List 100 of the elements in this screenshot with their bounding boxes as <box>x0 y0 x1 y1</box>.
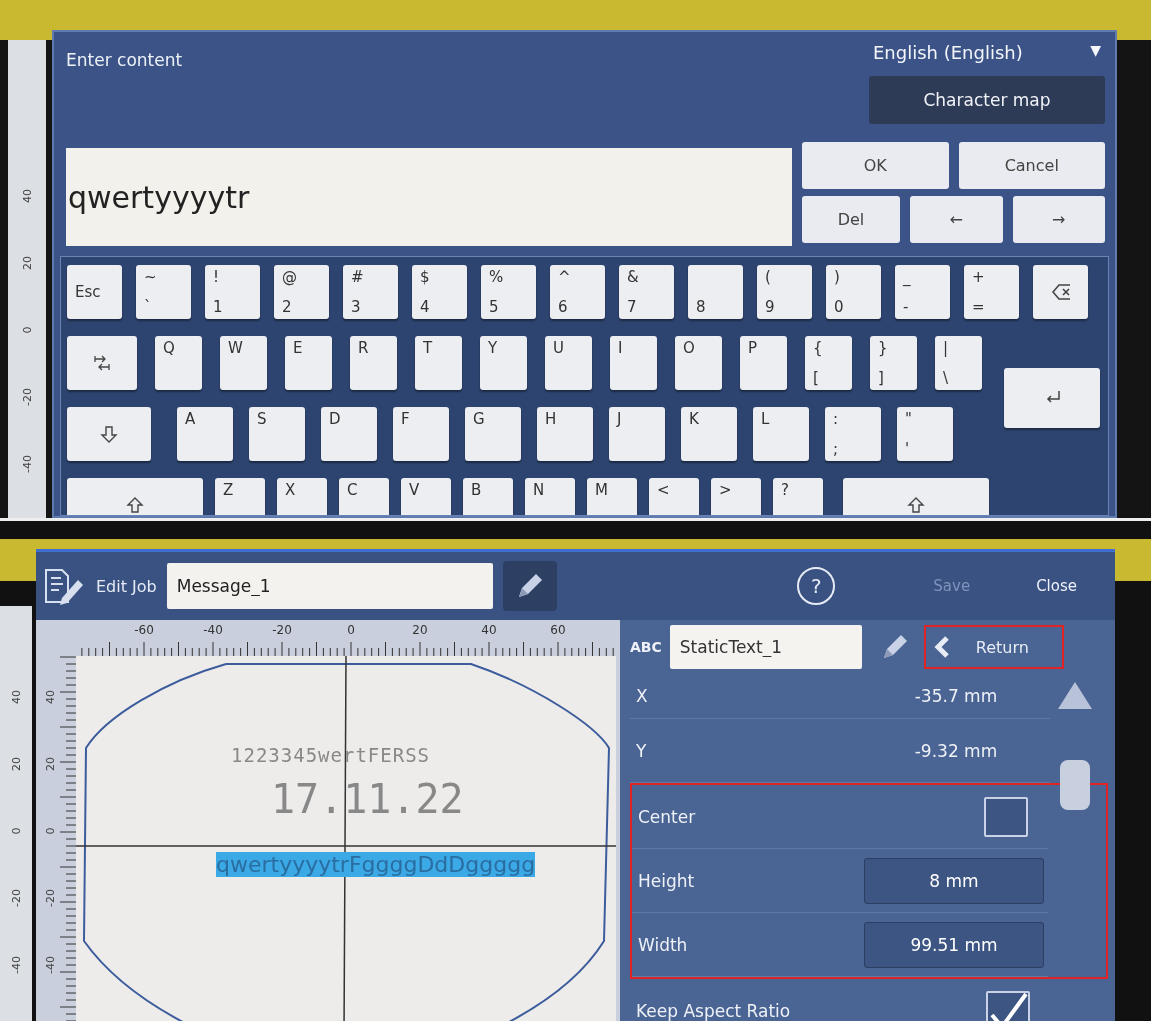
up-arrow-icon <box>907 496 925 514</box>
header-action-button[interactable]: Close <box>1008 577 1105 595</box>
keyboard-key[interactable]: R <box>350 336 397 390</box>
job-name-field[interactable]: Message_1 <box>166 563 493 609</box>
keyboard-key[interactable]: G <box>465 407 521 461</box>
keyboard-key[interactable]: L <box>753 407 809 461</box>
dialog-button[interactable]: → <box>1012 196 1105 243</box>
keyboard-key[interactable]: 8 <box>688 265 743 319</box>
keyboard-key[interactable]: Y <box>480 336 527 390</box>
keyboard-key[interactable]: I <box>610 336 657 390</box>
ruler-label: 0 <box>20 326 34 334</box>
dialog-button[interactable]: ← <box>910 196 1003 243</box>
keyboard-key[interactable]: } ] <box>870 336 917 390</box>
keyboard-key[interactable]: K <box>681 407 737 461</box>
keyboard-key[interactable]: X <box>277 478 327 515</box>
ruler-label: -40 <box>20 455 34 473</box>
property-value: -35.7 mm <box>913 686 999 706</box>
keyboard-key[interactable]: < <box>649 478 699 515</box>
keyboard-key[interactable]: H <box>537 407 593 461</box>
keyboard-key[interactable]: C <box>339 478 389 515</box>
keyboard-key[interactable]: A <box>177 407 233 461</box>
ruler-label: 40 <box>481 623 497 637</box>
tab-icon <box>93 354 111 372</box>
ruler-label: -40 <box>203 623 223 637</box>
down-arrow-icon <box>100 425 118 443</box>
keyboard-key[interactable]: { [ <box>805 336 852 390</box>
keyboard-key[interactable]: | \ <box>935 336 982 390</box>
ruler-label: 20 <box>20 256 34 270</box>
keyboard-key[interactable]: % 5 <box>481 265 536 319</box>
property-label: Width <box>638 934 688 955</box>
keyboard-key[interactable]: " ' <box>897 407 953 461</box>
object-type-label: ABC <box>630 639 662 655</box>
return-button[interactable]: Return <box>923 625 1064 669</box>
ruler-label: -40 <box>43 956 57 974</box>
text-input-field[interactable]: qwertyyyytr <box>66 148 792 246</box>
keyboard-key[interactable]: ~ ` <box>136 265 191 319</box>
object-name-field[interactable]: StaticText_1 <box>669 625 862 669</box>
keyboard-key[interactable]: ! 1 <box>205 265 260 319</box>
ruler-label: 20 <box>9 757 23 771</box>
property-label: X <box>636 686 648 706</box>
ruler-label: -20 <box>43 889 57 907</box>
keyboard-key[interactable]: Z <box>215 478 265 515</box>
checkbox[interactable] <box>986 990 1030 1021</box>
keyboard-key[interactable]: M <box>587 478 637 515</box>
character-map-button[interactable]: Character map <box>869 76 1105 124</box>
keyboard-key[interactable]: $ 4 <box>412 265 467 319</box>
keyboard-key[interactable]: D <box>321 407 377 461</box>
property-field[interactable]: 8 mm <box>864 857 1044 904</box>
checkbox[interactable] <box>984 796 1028 837</box>
keyboard-key[interactable]: J <box>609 407 665 461</box>
keyboard-key[interactable]: + = <box>964 265 1019 319</box>
keyboard-key[interactable]: @ 2 <box>274 265 329 319</box>
keyboard-key[interactable]: Esc <box>67 265 122 319</box>
back-chevron-icon <box>933 636 950 658</box>
keyboard-key[interactable]: : ; <box>825 407 881 461</box>
keyboard-key[interactable]: ^ 6 <box>550 265 605 319</box>
keyboard-key[interactable]: S <box>249 407 305 461</box>
keyboard-key[interactable]: B <box>463 478 513 515</box>
ruler-label: 0 <box>43 827 57 835</box>
keyboard-key[interactable]: # 3 <box>343 265 398 319</box>
keyboard-key[interactable]: V <box>401 478 451 515</box>
dialog-button[interactable]: Cancel <box>958 142 1105 189</box>
backspace-icon <box>1051 283 1070 301</box>
keyboard-key[interactable]: F <box>393 407 449 461</box>
ruler-label: 20 <box>412 623 428 637</box>
keyboard-key[interactable]: ( 9 <box>757 265 812 319</box>
header-title: Edit Job <box>96 576 157 596</box>
property-label: Center <box>638 806 696 827</box>
keyboard-key[interactable]: O <box>675 336 722 390</box>
keyboard-key[interactable] <box>67 336 137 390</box>
keyboard-key[interactable] <box>67 407 151 461</box>
keyboard-key[interactable]: & 7 <box>619 265 674 319</box>
keyboard-key[interactable]: T <box>415 336 462 390</box>
ruler-label: -20 <box>9 889 23 907</box>
property-field[interactable]: 99.51 mm <box>864 921 1044 968</box>
keyboard-key[interactable]: Q <box>155 336 202 390</box>
help-button[interactable]: ? <box>797 567 836 605</box>
keyboard-key[interactable]: U <box>545 336 592 390</box>
property-label: Height <box>638 870 695 891</box>
edit-document-icon <box>42 566 86 606</box>
keyboard-key[interactable]: _ - <box>895 265 950 319</box>
scrollbar-thumb[interactable] <box>1060 760 1090 810</box>
ruler-label: 20 <box>43 757 57 771</box>
dialog-button[interactable]: OK <box>802 142 949 189</box>
keyboard-key[interactable]: E <box>285 336 332 390</box>
keyboard-key[interactable] <box>1033 265 1088 319</box>
language-dropdown[interactable]: English (English) ▼ <box>869 32 1105 76</box>
ruler-label: -20 <box>272 623 292 637</box>
keyboard-key[interactable]: N <box>525 478 575 515</box>
keyboard-key[interactable]: ? <box>773 478 823 515</box>
ruler-label: -20 <box>20 388 34 406</box>
keyboard-key[interactable]: ) 0 <box>826 265 881 319</box>
keyboard-key[interactable]: > <box>711 478 761 515</box>
edit-button[interactable] <box>502 561 557 611</box>
keyboard-key[interactable]: P <box>740 336 787 390</box>
ruler-label: 0 <box>9 827 23 835</box>
property-value: -9.32 mm <box>913 740 999 761</box>
dialog-button[interactable]: Del <box>802 196 900 243</box>
ruler-label: 40 <box>43 690 57 704</box>
keyboard-key[interactable]: W <box>220 336 267 390</box>
